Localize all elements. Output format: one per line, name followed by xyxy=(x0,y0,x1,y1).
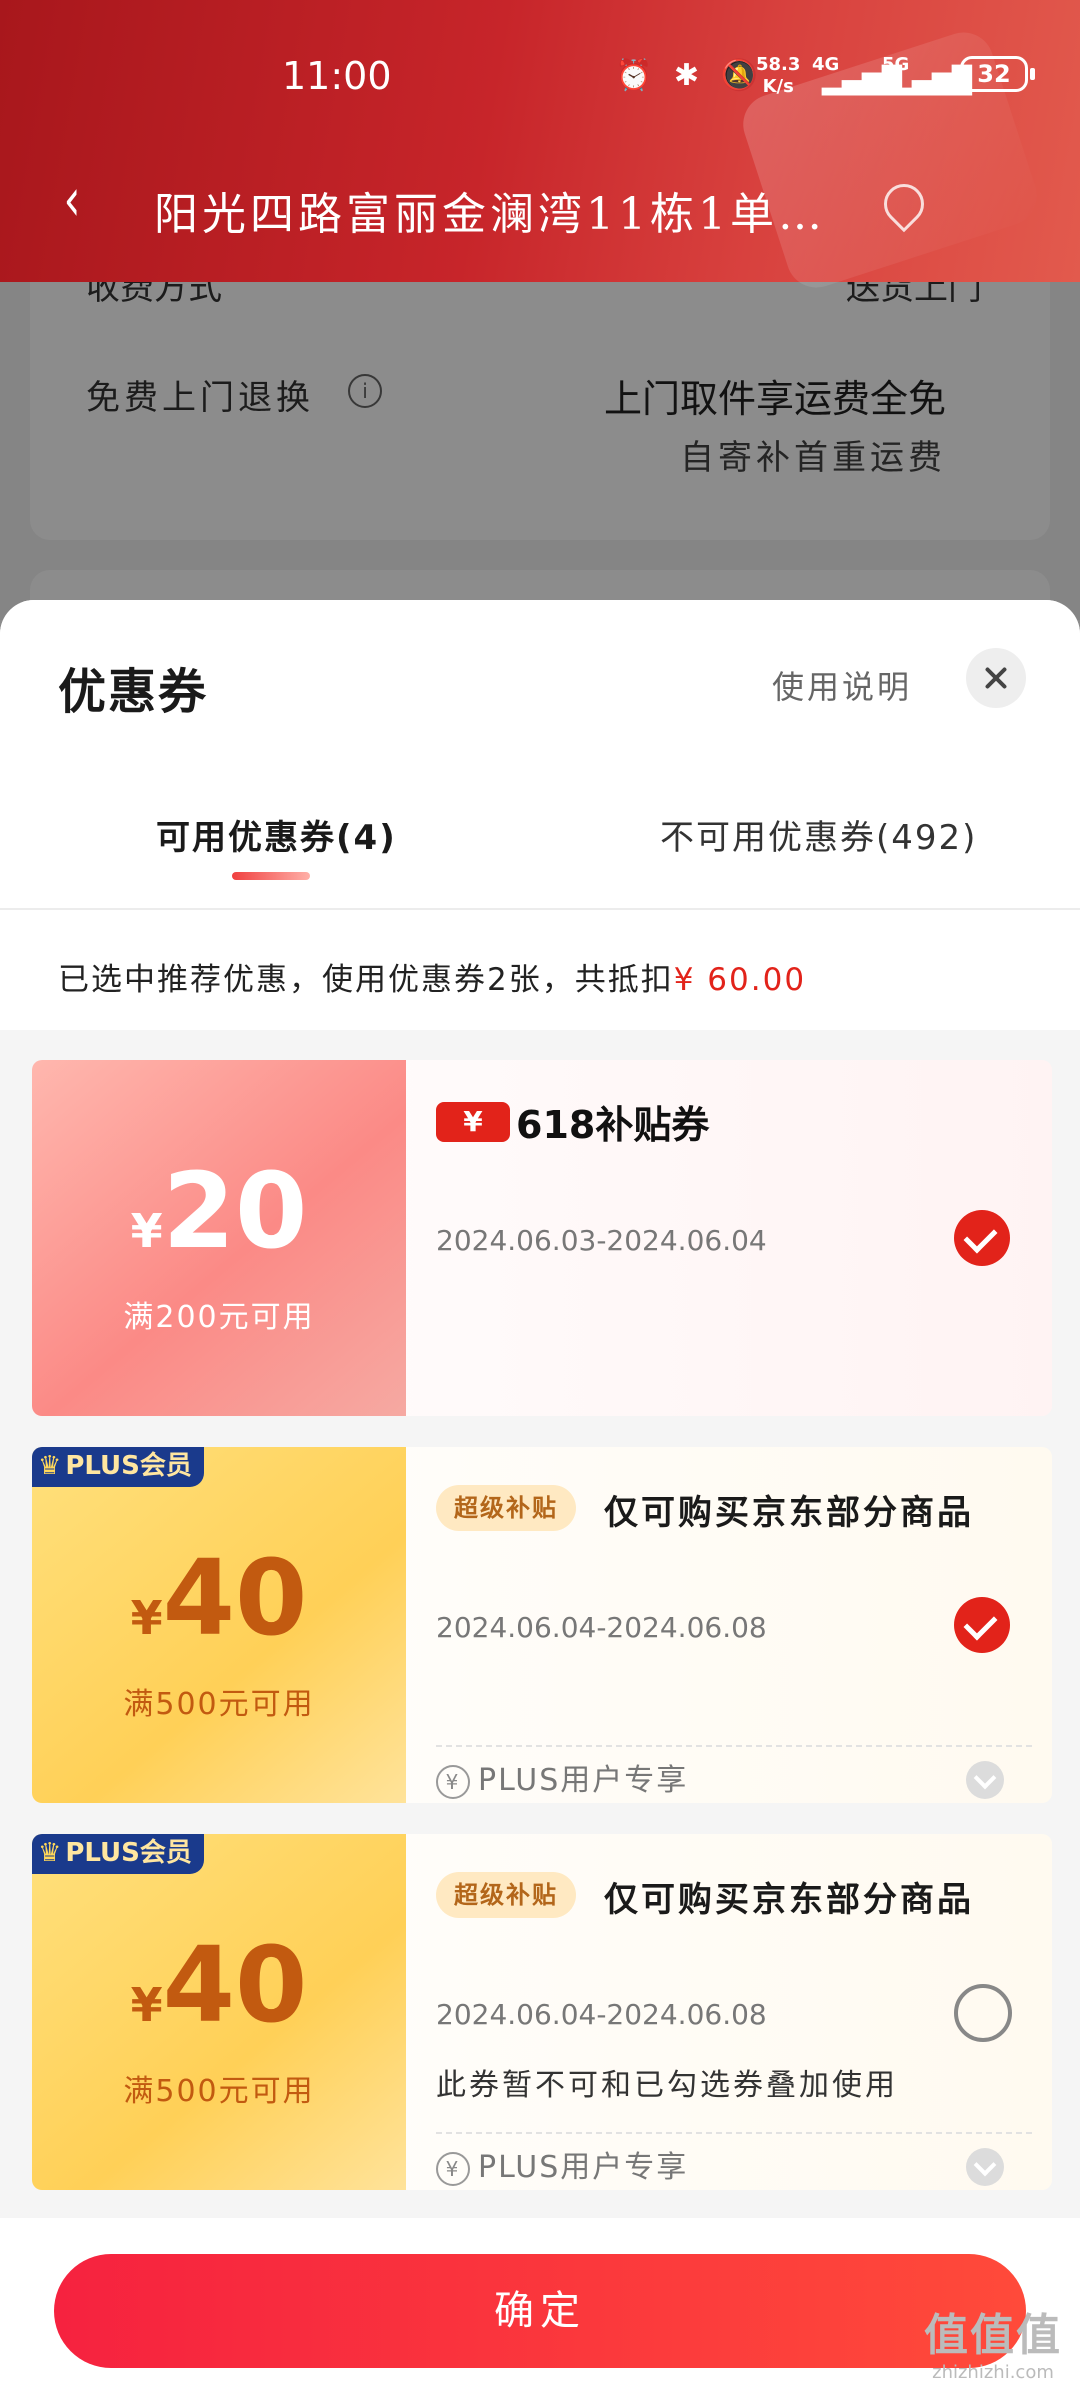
coupon-amount: ¥40 xyxy=(32,1930,406,2040)
yen-tag-icon: ¥ xyxy=(436,1101,510,1142)
coupon-amount: ¥40 xyxy=(32,1543,406,1653)
selection-summary: 已选中推荐优惠，使用优惠券2张，共抵扣¥ 60.00 xyxy=(0,910,1080,1030)
currency-symbol: ¥ xyxy=(130,1204,163,1258)
sheet-title: 优惠券 xyxy=(58,664,209,720)
network-speed-unit: K/s xyxy=(762,76,794,97)
summary-label: 已选中推荐优惠，使用优惠券2张，共抵扣 xyxy=(58,962,674,998)
back-icon[interactable]: ‹ xyxy=(64,170,81,230)
watermark-url: zhizhizhi.com xyxy=(932,2362,1054,2383)
coupon-validity: 2024.06.04-2024.06.08 xyxy=(436,1998,767,2031)
site-watermark: 值值值 zhizhizhi.com xyxy=(918,2310,1068,2383)
subsidy-tag: ¥618补贴券 xyxy=(436,1094,709,1147)
tab-available[interactable]: 可用优惠券(4) xyxy=(156,810,397,859)
network-speed: 58.3 K/s xyxy=(756,54,800,98)
coupon-validity: 2024.06.04-2024.06.08 xyxy=(436,1611,767,1644)
coupon-value: 20 xyxy=(162,1150,308,1272)
summary-amount: ¥ 60.00 xyxy=(673,962,807,998)
delivery-address[interactable]: 阳光四路富丽金澜湾11栋1单… xyxy=(154,178,826,242)
active-tab-indicator xyxy=(232,872,310,880)
crown-icon: ♛ xyxy=(38,1451,62,1481)
currency-symbol: ¥ xyxy=(130,1978,163,2032)
usage-instructions-link[interactable]: 使用说明 xyxy=(772,662,912,708)
coupon-validity: 2024.06.03-2024.06.04 xyxy=(436,1224,767,1257)
status-time: 11:00 xyxy=(282,54,392,98)
coupon-condition: 满500元可用 xyxy=(123,2074,315,2109)
plus-badge-label: PLUS会员 xyxy=(65,1838,192,1868)
expand-chevron-icon[interactable] xyxy=(966,1761,1004,1799)
plus-badge-label: PLUS会员 xyxy=(65,1451,192,1481)
plus-member-badge: ♛ PLUS会员 xyxy=(32,1834,204,1874)
plus-exclusive-note: ¥ PLUS用户专享 xyxy=(436,2142,688,2186)
expand-chevron-icon[interactable] xyxy=(966,2148,1004,2186)
coupon-stub: ¥20 满200元可用 xyxy=(32,1060,406,1416)
checked-icon[interactable] xyxy=(954,1597,1010,1653)
battery-icon: 32 xyxy=(960,56,1035,92)
plus-exclusive-label: PLUS用户专享 xyxy=(478,2150,689,2185)
super-subsidy-tag: 超级补贴 xyxy=(436,1872,576,1918)
plus-exclusive-note: ¥ PLUS用户专享 xyxy=(436,1755,688,1799)
close-icon[interactable] xyxy=(966,648,1026,708)
checked-icon[interactable] xyxy=(954,1210,1010,1266)
watermark-logo: 值值值 xyxy=(924,2310,1062,2361)
yen-circle-icon: ¥ xyxy=(436,2151,470,2186)
nav-bar: ‹ 阳光四路富丽金澜湾11栋1单… xyxy=(0,160,1080,250)
coupon-title: 618补贴券 xyxy=(516,1103,710,1147)
status-bar: 11:00 ⏰ ✱ 🔕 58.3 K/s 4G ▂▄▆█ 5G ▂▄▆█ 32 xyxy=(0,52,1080,112)
super-subsidy-tag: 超级补贴 xyxy=(436,1485,576,1531)
unchecked-radio[interactable] xyxy=(954,1984,1012,2042)
plus-member-badge: ♛ PLUS会员 xyxy=(32,1447,204,1487)
coupon-stub: ¥40 满500元可用 xyxy=(32,1834,406,2190)
location-pin-icon[interactable] xyxy=(875,175,933,233)
coupon-card[interactable]: ¥40 满500元可用 ♛ PLUS会员 超级补贴 仅可购买京东部分商品 2024… xyxy=(32,1447,1052,1803)
coupon-value: 40 xyxy=(162,1537,308,1659)
dashed-divider xyxy=(436,2132,1032,2134)
page-header: 11:00 ⏰ ✱ 🔕 58.3 K/s 4G ▂▄▆█ 5G ▂▄▆█ 32 … xyxy=(0,0,1080,296)
tab-unavailable[interactable]: 不可用优惠券(492) xyxy=(660,810,977,859)
coupon-card[interactable]: ¥40 满500元可用 ♛ PLUS会员 超级补贴 仅可购买京东部分商品 2024… xyxy=(32,1834,1052,2190)
confirm-button[interactable]: 确定 xyxy=(54,2254,1026,2368)
crown-icon: ♛ xyxy=(38,1838,62,1868)
coupon-value: 40 xyxy=(162,1924,308,2046)
yen-circle-icon: ¥ xyxy=(436,1764,470,1799)
stacking-warning: 此券暂不可和已勾选券叠加使用 xyxy=(436,2068,898,2103)
coupon-sheet: 优惠券 使用说明 可用优惠券(4) 不可用优惠券(492) 已选中推荐优惠，使用… xyxy=(0,600,1080,2400)
network-speed-value: 58.3 xyxy=(756,54,801,75)
coupon-amount: ¥20 xyxy=(32,1156,406,1266)
dashed-divider xyxy=(436,1745,1032,1747)
coupon-condition: 满500元可用 xyxy=(123,1687,315,1722)
sheet-header: 优惠券 使用说明 可用优惠券(4) 不可用优惠券(492) xyxy=(0,600,1080,908)
status-icons: ⏰ ✱ 🔕 xyxy=(615,58,764,93)
coupon-scope: 仅可购买京东部分商品 xyxy=(604,1880,974,1920)
coupon-scope: 仅可购买京东部分商品 xyxy=(604,1493,974,1533)
summary-text: 已选中推荐优惠，使用优惠券2张，共抵扣¥ 60.00 xyxy=(58,954,806,999)
coupon-stub: ¥40 满500元可用 xyxy=(32,1447,406,1803)
plus-exclusive-label: PLUS用户专享 xyxy=(478,1763,689,1798)
coupon-condition: 满200元可用 xyxy=(123,1300,315,1335)
currency-symbol: ¥ xyxy=(130,1591,163,1645)
coupon-card[interactable]: ¥20 满200元可用 ¥618补贴券 2024.06.03-2024.06.0… xyxy=(32,1060,1052,1416)
